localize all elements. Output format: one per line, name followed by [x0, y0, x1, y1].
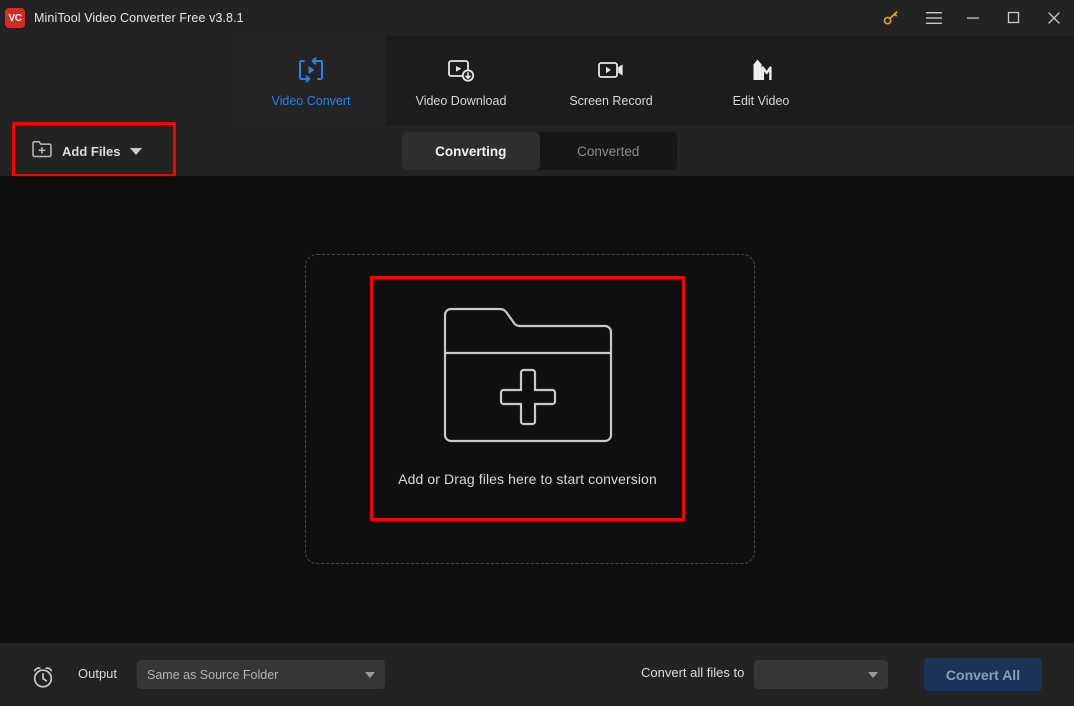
tab-label: Edit Video — [732, 93, 790, 108]
tab-label: Video Convert — [271, 93, 351, 108]
output-label: Output — [78, 666, 118, 681]
folder-plus-large-icon — [442, 306, 614, 449]
status-tabs: Converting Converted — [402, 132, 677, 170]
tab-converted[interactable]: Converted — [540, 132, 678, 170]
edit-video-icon — [745, 55, 777, 85]
nav-left-filler — [0, 36, 236, 126]
tab-converting[interactable]: Converting — [402, 132, 540, 170]
convert-all-files-to-label: Convert all files to — [641, 665, 745, 680]
minimize-icon[interactable] — [954, 0, 994, 36]
chevron-down-icon — [868, 671, 878, 678]
main-nav: Video Convert Video Download Screen Reco… — [0, 36, 1074, 126]
key-icon[interactable] — [868, 0, 914, 36]
tab-edit-video[interactable]: Edit Video — [686, 36, 836, 126]
tab-video-download[interactable]: Video Download — [386, 36, 536, 126]
maximize-icon[interactable] — [994, 0, 1034, 36]
main-content: Add or Drag files here to start conversi… — [0, 176, 1074, 643]
add-files-label: Add Files — [62, 143, 121, 159]
window-controls — [868, 0, 1074, 36]
bottom-bar: Output Same as Source Folder Convert all… — [0, 643, 1074, 706]
output-folder-select[interactable]: Same as Source Folder — [137, 660, 385, 689]
output-folder-value: Same as Source Folder — [147, 667, 279, 682]
dropzone-text: Add or Drag files here to start conversi… — [398, 471, 657, 487]
chevron-down-icon — [365, 671, 375, 678]
format-select[interactable] — [754, 660, 888, 689]
app-logo: VC — [5, 8, 25, 28]
tab-label: Screen Record — [569, 93, 653, 108]
tab-screen-record[interactable]: Screen Record — [536, 36, 686, 126]
dropzone[interactable]: Add or Drag files here to start conversi… — [370, 276, 685, 521]
video-download-icon — [445, 55, 477, 85]
add-files-button[interactable]: Add Files — [17, 130, 171, 172]
alarm-clock-icon[interactable] — [30, 665, 56, 694]
convert-loop-icon — [295, 55, 327, 85]
app-window: VC MiniTool Video Converter Free v3.8.1 — [0, 0, 1074, 706]
close-icon[interactable] — [1034, 0, 1074, 36]
nav-tabs: Video Convert Video Download Screen Reco… — [236, 36, 836, 126]
folder-plus-icon — [31, 139, 53, 164]
tab-video-convert[interactable]: Video Convert — [236, 36, 386, 126]
menu-icon[interactable] — [914, 0, 954, 36]
tab-label: Video Download — [415, 93, 507, 108]
title-bar: VC MiniTool Video Converter Free v3.8.1 — [0, 0, 1074, 36]
chevron-down-icon[interactable] — [129, 147, 142, 155]
window-title: MiniTool Video Converter Free v3.8.1 — [34, 11, 244, 25]
screen-record-icon — [595, 55, 627, 85]
convert-all-button[interactable]: Convert All — [924, 658, 1042, 691]
